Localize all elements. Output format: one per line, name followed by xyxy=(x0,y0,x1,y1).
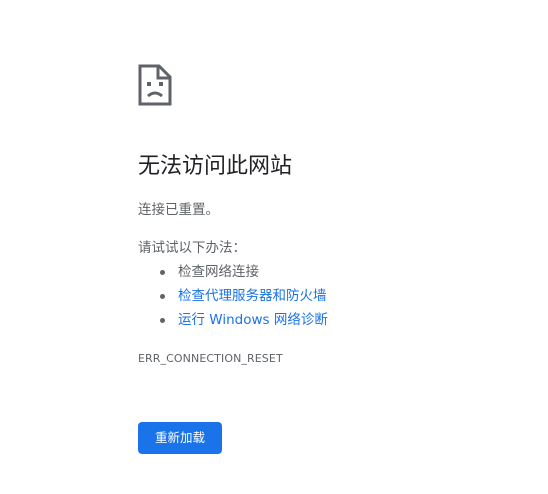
suggestion-run-diagnostics[interactable]: 运行 Windows 网络诊断 xyxy=(138,310,328,334)
suggestions-heading: 请试试以下办法： xyxy=(138,240,246,256)
sad-page-icon xyxy=(138,64,172,106)
bullet-icon xyxy=(160,270,165,275)
suggestion-label: 检查网络连接 xyxy=(178,264,259,280)
check-proxy-firewall-link[interactable]: 检查代理服务器和防火墙 xyxy=(178,288,327,304)
suggestions-list: 检查网络连接 检查代理服务器和防火墙 运行 Windows 网络诊断 xyxy=(138,262,328,334)
run-network-diagnostics-link[interactable]: 运行 Windows 网络诊断 xyxy=(178,312,328,328)
bullet-icon xyxy=(160,318,165,323)
error-description: 连接已重置。 xyxy=(138,202,219,218)
suggestion-check-proxy-firewall[interactable]: 检查代理服务器和防火墙 xyxy=(138,286,328,310)
error-page: 无法访问此网站 连接已重置。 请试试以下办法： 检查网络连接 检查代理服务器和防… xyxy=(0,0,548,494)
suggestion-check-network: 检查网络连接 xyxy=(138,262,328,286)
page-title: 无法访问此网站 xyxy=(138,154,293,179)
bullet-icon xyxy=(160,294,165,299)
error-code: ERR_CONNECTION_RESET xyxy=(138,352,283,365)
reload-button[interactable]: 重新加载 xyxy=(138,422,222,454)
